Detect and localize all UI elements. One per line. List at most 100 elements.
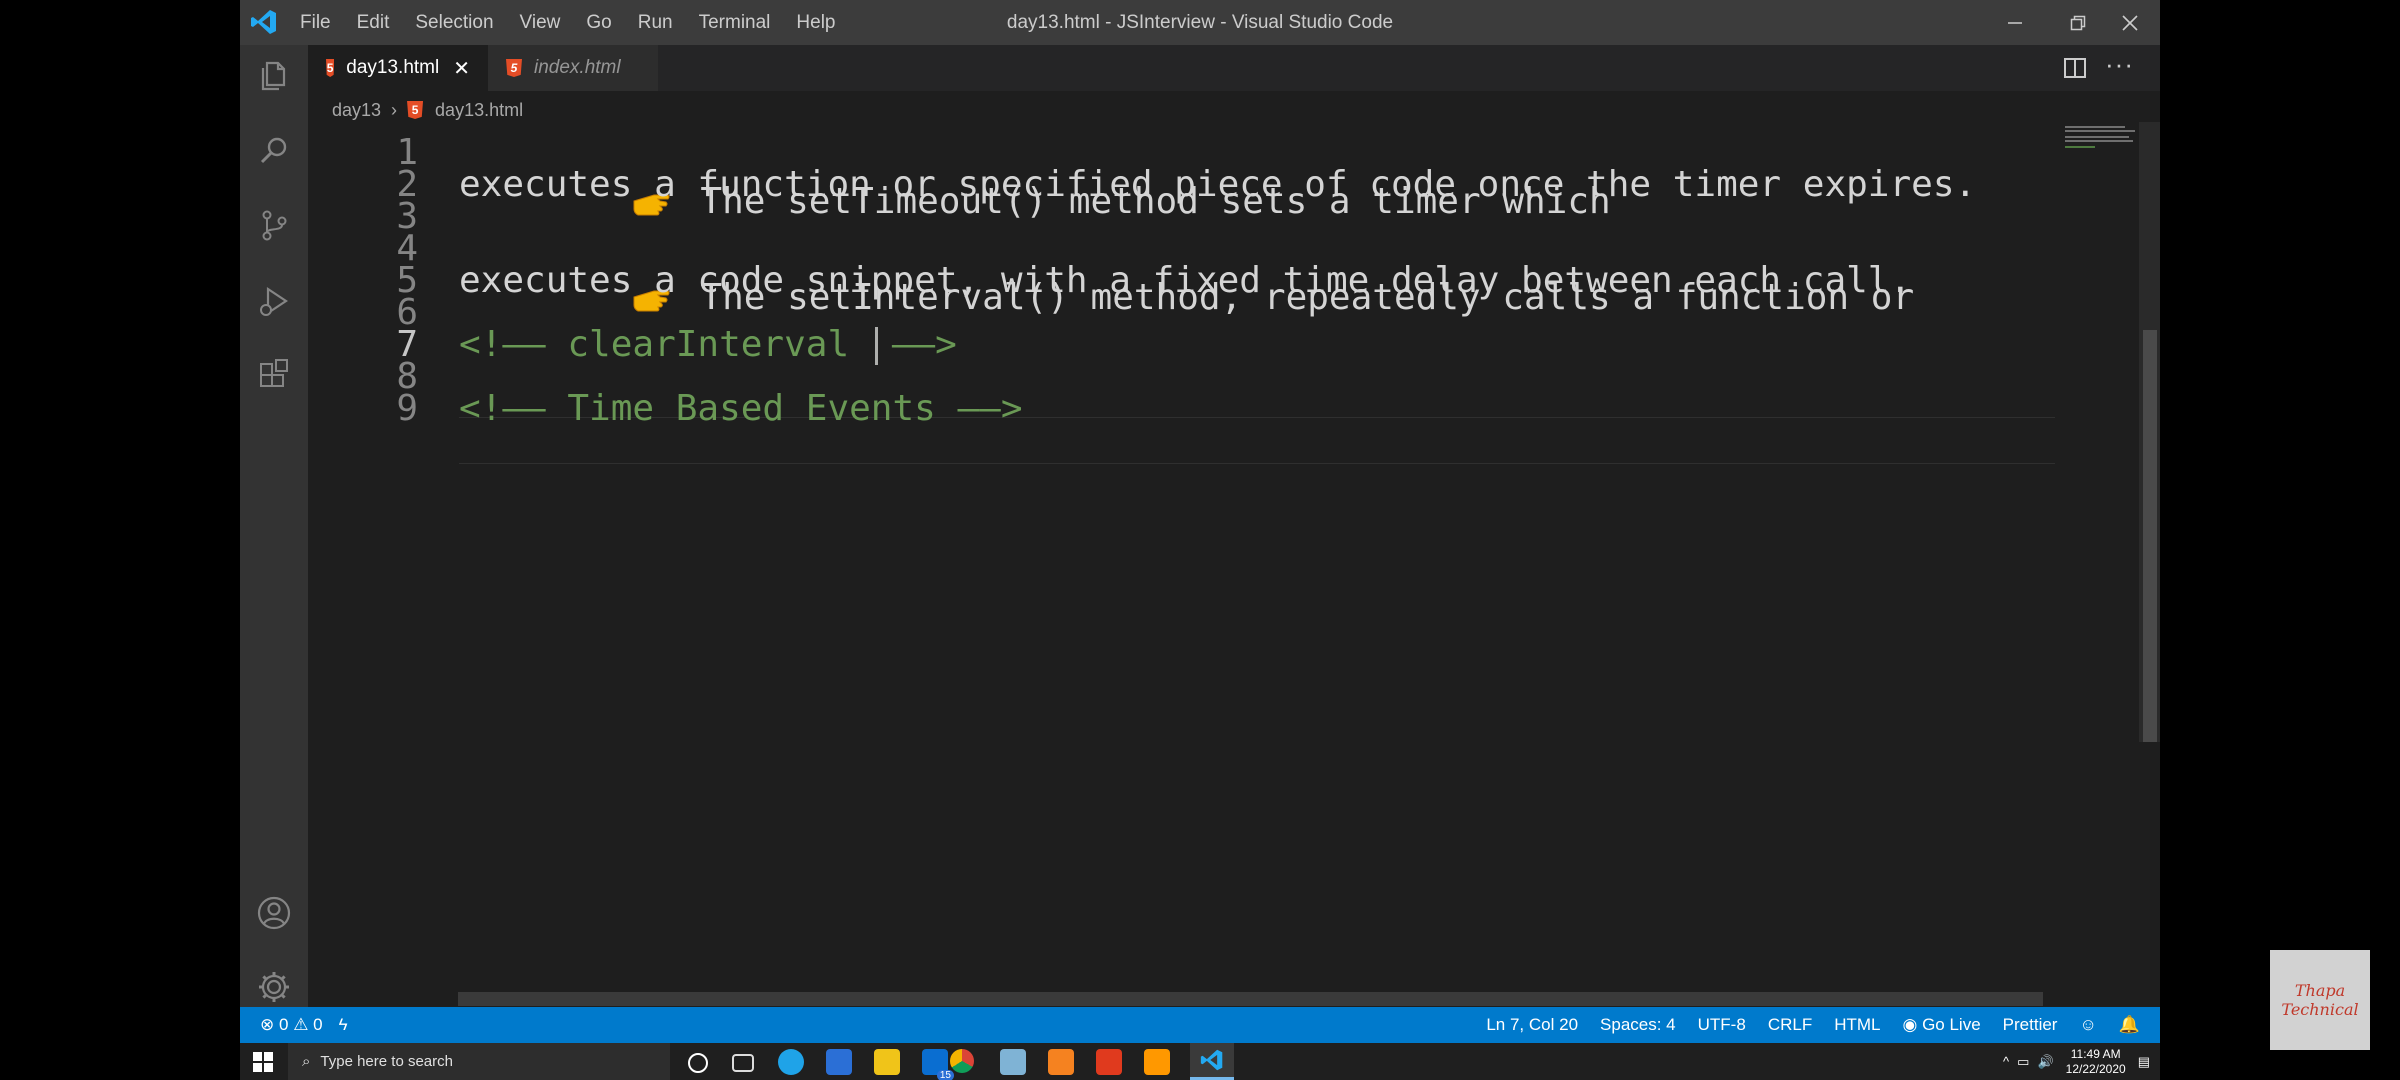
menu-terminal[interactable]: Terminal bbox=[699, 12, 771, 34]
activity-bar bbox=[240, 45, 308, 1007]
vscode-logo-icon bbox=[251, 10, 276, 34]
broadcast-icon: ◉ bbox=[1902, 1015, 1918, 1034]
notifications-icon[interactable]: 🔔 bbox=[2119, 1015, 2140, 1035]
tab-label: index.html bbox=[534, 57, 621, 78]
warning-icon: ⚠ bbox=[293, 1015, 309, 1034]
system-tray: ^ ▭ 🔊 11:49 AM 12/22/2020 ▤ bbox=[2003, 1043, 2150, 1080]
prettier-status[interactable]: Prettier bbox=[2003, 1015, 2058, 1035]
clock-date: 12/22/2020 bbox=[2065, 1061, 2126, 1076]
restore-icon bbox=[2070, 15, 2086, 30]
menu-bar: File Edit Selection View Go Run Terminal… bbox=[300, 0, 862, 45]
breadcrumb-folder[interactable]: day13 bbox=[332, 100, 381, 121]
error-icon: ⊗ bbox=[260, 1015, 275, 1034]
store-icon[interactable] bbox=[826, 1049, 852, 1075]
close-tab-icon[interactable]: ✕ bbox=[453, 56, 470, 81]
menu-selection[interactable]: Selection bbox=[415, 12, 493, 34]
tab-day13-html[interactable]: 5 day13.html ✕ bbox=[308, 45, 488, 91]
live-share-icon[interactable]: ϟ bbox=[339, 1015, 348, 1035]
line-ending[interactable]: CRLF bbox=[1768, 1015, 1812, 1035]
more-actions-icon[interactable]: ··· bbox=[2105, 49, 2134, 80]
notepad-icon[interactable] bbox=[1000, 1049, 1026, 1075]
office-icon[interactable] bbox=[1096, 1049, 1122, 1075]
vscode-window: File Edit Selection View Go Run Terminal… bbox=[240, 0, 2160, 1080]
error-count: 0 bbox=[278, 1015, 289, 1034]
scrollbar-thumb[interactable] bbox=[2143, 330, 2157, 742]
menu-view[interactable]: View bbox=[520, 12, 561, 34]
watermark-line-2: Technical bbox=[2281, 1000, 2359, 1019]
volume-icon[interactable]: 🔊 bbox=[2037, 1054, 2053, 1070]
gear-icon[interactable] bbox=[254, 967, 294, 1007]
vscode-taskbar-button[interactable] bbox=[1190, 1043, 1234, 1080]
line-9-text: <!—— Time Based Events ——> bbox=[459, 388, 1023, 429]
action-center-icon[interactable]: ▤ bbox=[2138, 1054, 2150, 1070]
breadcrumb: day13 › 5 day13.html bbox=[332, 92, 523, 128]
feedback-icon[interactable]: ☺ bbox=[2079, 1015, 2096, 1035]
xampp-icon[interactable] bbox=[1048, 1049, 1074, 1075]
run-debug-icon[interactable] bbox=[254, 281, 294, 321]
source-control-icon[interactable] bbox=[254, 205, 294, 245]
account-icon[interactable] bbox=[254, 893, 294, 933]
vscode-icon bbox=[1200, 1049, 1223, 1071]
cortana-icon[interactable] bbox=[688, 1053, 708, 1073]
edge-icon[interactable] bbox=[778, 1049, 804, 1075]
search-icon[interactable] bbox=[254, 131, 294, 171]
line-number: 9 bbox=[396, 388, 418, 429]
minimize-button[interactable] bbox=[1985, 0, 2045, 45]
close-window-button[interactable] bbox=[2100, 0, 2160, 45]
search-placeholder: Type here to search bbox=[320, 1053, 453, 1070]
minimap-line bbox=[2065, 126, 2125, 128]
search-icon: ⌕ bbox=[302, 1053, 311, 1070]
channel-watermark-logo: Thapa Technical bbox=[2270, 950, 2370, 1050]
restore-button[interactable] bbox=[2048, 0, 2108, 45]
windows-taskbar: ⌕ Type here to search 15 ^ ▭ 🔊 11:49 AM … bbox=[240, 1043, 2160, 1080]
taskbar-search-box[interactable]: ⌕ Type here to search bbox=[288, 1043, 670, 1080]
chevron-right-icon: › bbox=[391, 99, 398, 120]
mail-badge: 15 bbox=[936, 1070, 954, 1080]
cursor-position[interactable]: Ln 7, Col 20 bbox=[1486, 1015, 1578, 1035]
split-editor-icon[interactable] bbox=[2062, 55, 2088, 81]
problems-indicator[interactable]: ⊗ 0 ⚠ 0 bbox=[260, 1015, 323, 1035]
minimap-line bbox=[2065, 140, 2133, 142]
network-icon[interactable]: ▭ bbox=[2017, 1054, 2029, 1070]
mail-icon[interactable]: 15 bbox=[922, 1049, 954, 1080]
minimap-line bbox=[2065, 136, 2129, 138]
tab-bar: 5 day13.html ✕ 5 index.html ··· bbox=[308, 45, 2160, 91]
go-live-label: Go Live bbox=[1922, 1015, 1981, 1034]
task-view-icon[interactable] bbox=[732, 1054, 754, 1072]
editor-area[interactable]: 1 The setTimeout() method sets a timer w… bbox=[308, 128, 2160, 996]
indentation[interactable]: Spaces: 4 bbox=[1600, 1015, 1676, 1035]
encoding[interactable]: UTF-8 bbox=[1698, 1015, 1746, 1035]
go-live-button[interactable]: ◉ Go Live bbox=[1903, 1015, 1981, 1035]
sublime-icon[interactable] bbox=[1144, 1049, 1170, 1075]
explorer-icon[interactable] bbox=[254, 55, 294, 95]
title-bar: File Edit Selection View Go Run Terminal… bbox=[240, 0, 2160, 45]
menu-file[interactable]: File bbox=[300, 12, 331, 34]
menu-run[interactable]: Run bbox=[638, 12, 673, 34]
status-left: ⊗ 0 ⚠ 0 ϟ bbox=[260, 1007, 364, 1043]
windows-start-icon[interactable] bbox=[250, 1049, 276, 1075]
horizontal-scrollbar[interactable] bbox=[458, 992, 2043, 1006]
language-mode[interactable]: HTML bbox=[1834, 1015, 1880, 1035]
status-bar: ⊗ 0 ⚠ 0 ϟ Ln 7, Col 20 Spaces: 4 UTF-8 C… bbox=[240, 1007, 2160, 1043]
chrome-icon[interactable] bbox=[950, 1049, 974, 1073]
minimap[interactable] bbox=[2055, 122, 2135, 742]
watermark-line-1: Thapa bbox=[2294, 981, 2346, 1000]
clock-time: 11:49 AM bbox=[2070, 1046, 2121, 1061]
breadcrumb-file[interactable]: day13.html bbox=[435, 100, 523, 121]
menu-help[interactable]: Help bbox=[796, 12, 835, 34]
status-right: Ln 7, Col 20 Spaces: 4 UTF-8 CRLF HTML ◉… bbox=[1464, 1007, 2140, 1043]
clock[interactable]: 11:49 AM 12/22/2020 bbox=[2066, 1047, 2126, 1077]
chevron-up-icon[interactable]: ^ bbox=[2003, 1054, 2009, 1069]
minimap-line bbox=[2065, 130, 2135, 132]
extensions-icon[interactable] bbox=[254, 355, 294, 395]
warning-count: 0 bbox=[313, 1015, 323, 1034]
html5-icon: 5 bbox=[407, 101, 424, 119]
menu-edit[interactable]: Edit bbox=[357, 12, 390, 34]
html5-icon: 5 bbox=[326, 59, 335, 77]
tab-index-html[interactable]: 5 index.html bbox=[488, 45, 658, 91]
file-explorer-icon[interactable] bbox=[874, 1049, 900, 1075]
menu-go[interactable]: Go bbox=[586, 12, 611, 34]
minimize-icon bbox=[2008, 21, 2022, 24]
html5-icon: 5 bbox=[506, 59, 522, 77]
code-line[interactable]: 9 <!—— Time Based Events ——> bbox=[308, 384, 2088, 433]
